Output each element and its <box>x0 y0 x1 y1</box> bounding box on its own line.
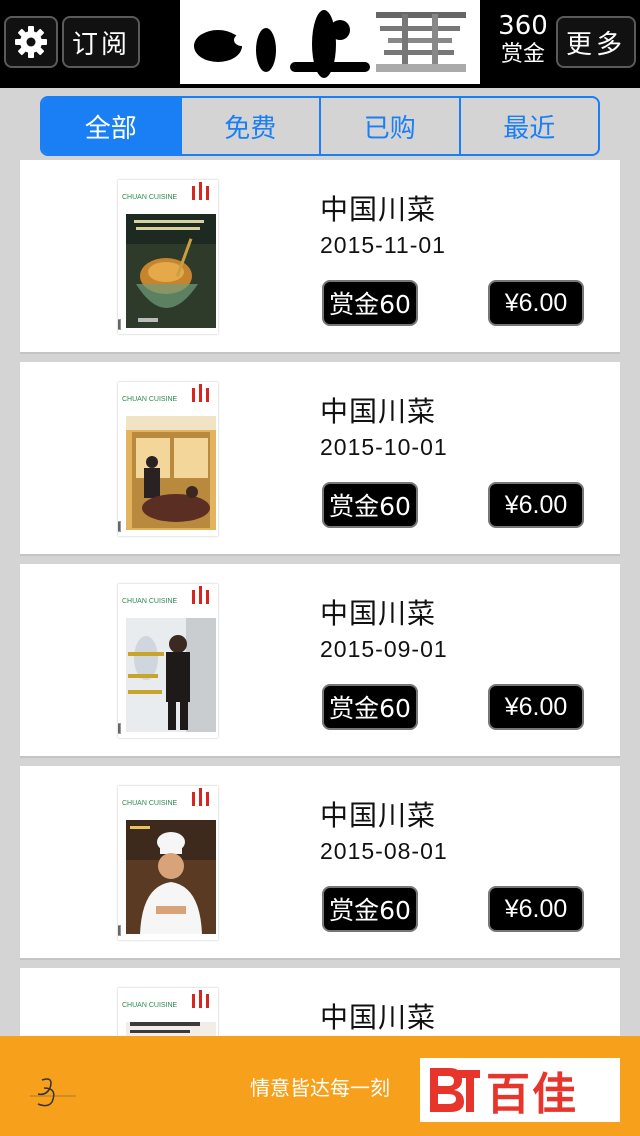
reward-balance-value: 360 <box>498 11 548 41</box>
issue-date: 2015-08-01 <box>320 838 448 864</box>
ad-brand-mark <box>30 1078 76 1107</box>
cover-brand: CHUAN CUISINE <box>122 396 178 403</box>
cover-brand: CHUAN CUISINE <box>122 800 178 807</box>
issue-title: 中国川菜 <box>320 799 437 832</box>
subscribe-button[interactable]: 订阅 <box>62 16 140 68</box>
issue-date: 2015-11-01 <box>320 232 446 258</box>
ad-slogan: 情意皆达每一刻 <box>250 1076 390 1100</box>
issue-date: 2015-10-01 <box>320 434 448 460</box>
cover-photo <box>126 820 216 934</box>
cover-brand: CHUAN CUISINE <box>122 1002 178 1009</box>
issue-title: 中国川菜 <box>320 395 437 428</box>
issue-title: 中国川菜 <box>320 193 437 226</box>
issue-item[interactable]: CHUAN CUISINE 中国川菜 2015-10-01 赏金60 ¥6.00 <box>20 362 620 556</box>
cover-logo-mark <box>192 788 209 806</box>
price-button[interactable]: ¥6.00 <box>488 684 584 730</box>
ad-logo: 百佳 <box>420 1058 620 1122</box>
issue-list[interactable]: CHUAN CUISINE 中国川菜 2015-11-01 赏金60 ¥6.00… <box>20 160 620 1036</box>
more-button[interactable]: 更多 <box>556 16 636 68</box>
cover-brand: CHUAN CUISINE <box>122 598 178 605</box>
issue-cover[interactable]: CHUAN CUISINE <box>118 584 218 738</box>
issue-date: 2015-09-01 <box>320 636 448 662</box>
reward-button[interactable]: 赏金60 <box>322 280 418 326</box>
reward-balance-label: 赏金 <box>500 42 545 67</box>
reward-button[interactable]: 赏金60 <box>322 886 418 932</box>
issue-cover[interactable]: CHUAN CUISINE <box>118 180 218 334</box>
cover-photo <box>126 618 216 732</box>
tab-all[interactable]: 全部 <box>42 98 180 154</box>
issue-item[interactable]: CHUAN CUISINE 中国川菜 2015-11-01 赏金60 ¥6.00 <box>20 160 620 354</box>
magazine-logo <box>180 0 480 84</box>
issue-cover[interactable]: CHUAN CUISINE <box>118 988 218 1036</box>
tab-free[interactable]: 免费 <box>179 98 320 154</box>
issue-cover[interactable]: CHUAN CUISINE <box>118 786 218 940</box>
reward-button[interactable]: 赏金60 <box>322 684 418 730</box>
cover-logo-mark <box>192 384 209 402</box>
price-button[interactable]: ¥6.00 <box>488 280 584 326</box>
cover-photo <box>126 1022 216 1036</box>
cover-logo-mark <box>192 990 209 1008</box>
ad-logo-icon <box>430 1068 480 1112</box>
tab-purchased[interactable]: 已购 <box>319 98 459 154</box>
price-button[interactable]: ¥6.00 <box>488 886 584 932</box>
document-icon <box>118 319 121 330</box>
document-icon <box>118 723 121 734</box>
cover-logo-mark <box>192 586 209 604</box>
issue-title: 中国川菜 <box>320 597 437 630</box>
top-bar: 订阅 360 赏金 更多 <box>0 0 640 88</box>
cover-brand: CHUAN CUISINE <box>122 194 178 201</box>
issue-item[interactable]: CHUAN CUISINE 中国川菜 2015-08-01 赏金60 ¥6.00 <box>20 766 620 960</box>
gear-icon <box>15 26 47 58</box>
cover-photo <box>126 416 216 530</box>
issue-cover[interactable]: CHUAN CUISINE <box>118 382 218 536</box>
issue-title: 中国川菜 <box>320 1001 437 1034</box>
issue-item[interactable]: CHUAN CUISINE 中国川菜 2015-09-01 赏金60 ¥6.00 <box>20 564 620 758</box>
ad-logo-text: 百佳 <box>486 1069 578 1120</box>
cover-logo-mark <box>192 182 209 200</box>
tab-recent[interactable]: 最近 <box>458 98 599 154</box>
cover-photo <box>126 214 216 328</box>
reward-balance: 360 赏金 <box>492 10 554 68</box>
reward-button[interactable]: 赏金60 <box>322 482 418 528</box>
document-icon <box>118 925 121 936</box>
filter-tabs: 全部 免费 已购 最近 <box>40 96 600 156</box>
issue-item[interactable]: CHUAN CUISINE 中国川菜 <box>20 968 620 1036</box>
price-button[interactable]: ¥6.00 <box>488 482 584 528</box>
ad-banner[interactable]: 情意皆达每一刻 百佳 <box>0 1036 640 1136</box>
settings-button[interactable] <box>4 16 58 68</box>
document-icon <box>118 521 121 532</box>
